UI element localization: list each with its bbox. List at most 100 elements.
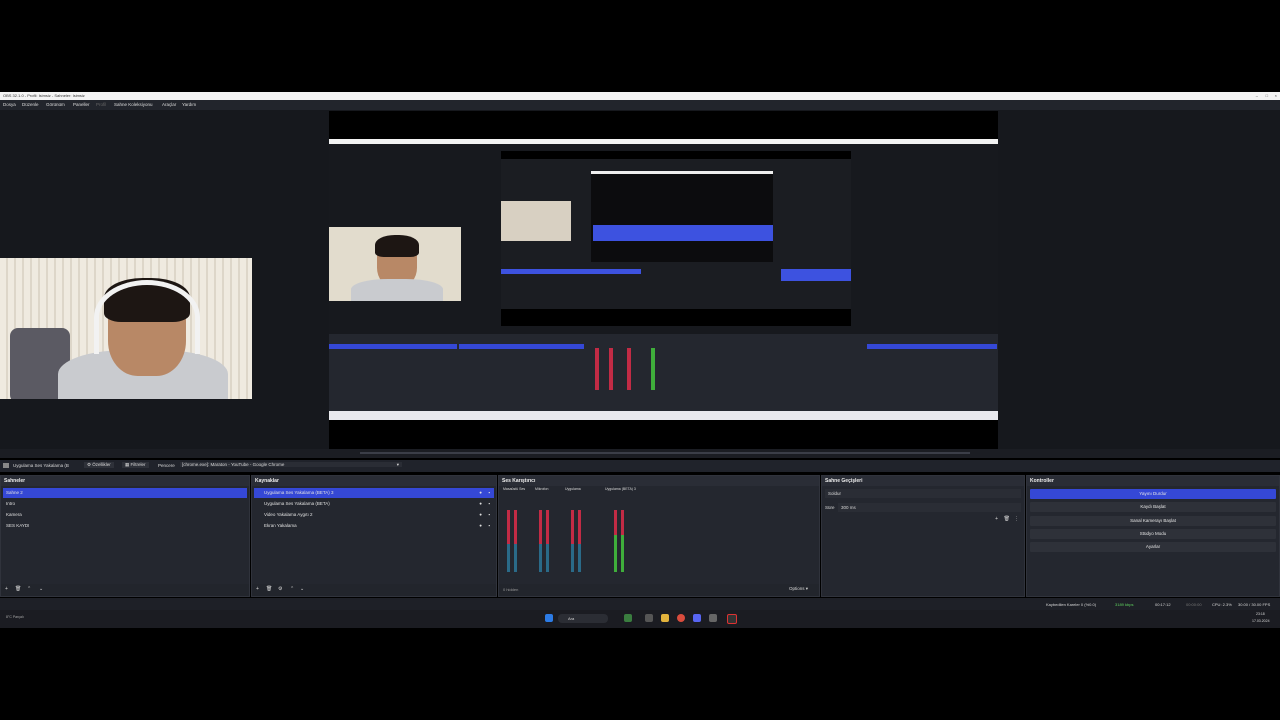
volume-meter [621, 510, 624, 572]
filters-button[interactable]: ▦ Filtreler [122, 462, 149, 468]
menu-dosya[interactable]: Dosya [3, 102, 16, 107]
lock-icon[interactable]: ▪ [488, 510, 490, 520]
chevron-down-icon: ▾ [396, 462, 399, 467]
sources-toolbar: + 🗑 ⚙ ⌃ ⌄ [252, 584, 496, 596]
transitions-title: Sahne Geçişleri [822, 476, 1024, 486]
menu-paneller[interactable]: Paneller [73, 102, 90, 107]
add-icon[interactable]: + [256, 586, 259, 592]
transitions-dock: Sahne Geçişleri Soldur Süre 300 ms + 🗑 ⋮ [821, 475, 1025, 597]
nested-taskbar [329, 411, 998, 420]
window-select-value: [chrome.exe]: Maraton - YouTube - Google… [182, 462, 285, 467]
add-icon[interactable]: + [5, 586, 8, 592]
sources-title: Kaynaklar [252, 476, 496, 486]
source-item[interactable]: Uygulama Ses Yakalama (BETA) 3 ● ▪ [254, 488, 494, 498]
fps: 30.00 / 30.00 FPS [1238, 602, 1271, 607]
scene-item[interactable]: SES KAYDI [3, 521, 247, 531]
preview-scrollbar[interactable] [360, 452, 970, 454]
eye-icon[interactable]: ● [479, 499, 482, 509]
source-item[interactable]: Video Yakalama Aygıtı 2 ● ▪ [254, 510, 494, 520]
preview-canvas[interactable] [329, 111, 998, 450]
eye-icon[interactable]: ● [479, 510, 482, 520]
lock-icon[interactable]: ▪ [488, 499, 490, 509]
obs-icon[interactable] [727, 614, 737, 624]
eye-icon[interactable]: ● [479, 488, 482, 498]
chevron-down-icon[interactable]: ⌄ [39, 586, 43, 592]
webcam-feed [0, 258, 252, 399]
menu-profil[interactable]: Profil [96, 102, 106, 107]
menu-araclar[interactable]: Araçlar [162, 102, 176, 107]
chrome-icon[interactable] [677, 614, 685, 622]
weather-widget[interactable]: 8°C Parçalı [6, 615, 24, 619]
status-bar: Kaybedilen Kareler 0 (%0.0) 3189 kbps 00… [0, 598, 1280, 610]
taskbar-search[interactable]: Ara [558, 614, 608, 623]
studio-mode-button[interactable]: Stüdyo Modu [1030, 529, 1276, 539]
nested-canvas [501, 151, 851, 326]
window-titlebar: OBS 32.1.0 - Profil: Isimsiz - Sahneler:… [0, 92, 1280, 100]
chevron-up-icon[interactable]: ⌃ [27, 586, 31, 592]
duration-input[interactable]: 300 ms [838, 503, 1021, 512]
trash-icon[interactable]: 🗑 [266, 586, 272, 592]
menu-duzenle[interactable]: Düzenle [22, 102, 39, 107]
add-icon[interactable]: + [995, 516, 998, 522]
window-title: OBS 32.1.0 - Profil: Isimsiz - Sahneler:… [3, 93, 85, 98]
volume-meter [514, 510, 517, 572]
app-icon[interactable] [624, 614, 632, 622]
folder-icon[interactable] [661, 614, 669, 622]
volume-meter [539, 510, 542, 572]
trash-icon[interactable]: 🗑 [15, 586, 21, 592]
clock-time: 23:18 [1256, 612, 1265, 616]
volume-meter [507, 510, 510, 572]
mixer-channel-label: Uygulama (BETA) 3 [605, 487, 636, 491]
trash-icon[interactable]: 🗑 [1004, 516, 1010, 522]
scene-item[interactable]: Intro [3, 499, 247, 509]
close-icon[interactable]: × [1275, 93, 1277, 98]
task-view-icon[interactable] [645, 614, 653, 622]
scene-item[interactable]: Kamera [3, 510, 247, 520]
rec-time: 00:00:00 [1186, 602, 1202, 607]
window-select[interactable]: [chrome.exe]: Maraton - YouTube - Google… [180, 462, 402, 467]
more-icon[interactable]: ⋮ [1014, 516, 1019, 522]
stream-time: 00:17:12 [1155, 602, 1171, 607]
chevron-down-icon[interactable]: ⌄ [300, 586, 304, 592]
mixer-toolbar: 0 hidden Options ▾ [499, 584, 819, 596]
menu-gorunum[interactable]: Görünüm [46, 102, 65, 107]
source-item[interactable]: Uygulama Ses Yakalama (BETA) ● ▪ [254, 499, 494, 509]
menu-bar: Dosya Düzenle Görünüm Paneller Profil Sa… [0, 100, 1280, 110]
scenes-title: Sahneler [1, 476, 249, 486]
lock-icon[interactable]: ▪ [488, 488, 490, 498]
duration-label: Süre [825, 505, 835, 510]
start-recording-button[interactable]: Kaydı Başlat [1030, 502, 1276, 512]
mixer-title: Ses Karıştırıcı [499, 476, 819, 486]
mixer-channel-label: Uygulama [565, 487, 581, 491]
windows-start-icon[interactable] [545, 614, 553, 622]
menu-yardim[interactable]: Yardım [182, 102, 196, 107]
discord-icon[interactable] [693, 614, 701, 622]
minimize-icon[interactable]: – [1256, 93, 1258, 98]
settings-app-icon[interactable] [709, 614, 717, 622]
scene-item[interactable]: Sahne 2 [3, 488, 247, 498]
gear-icon[interactable]: ⚙ [278, 586, 282, 592]
settings-button[interactable]: Ayarlar [1030, 542, 1276, 552]
menu-sahne-koleksiyonu[interactable]: Sahne Koleksiyonu [114, 102, 153, 107]
source-type-icon [3, 463, 9, 468]
chevron-up-icon[interactable]: ⌃ [290, 586, 294, 592]
volume-meter [578, 510, 581, 572]
properties-button[interactable]: ⚙ Özellikler [84, 462, 114, 468]
start-virtual-camera-button[interactable]: Sanal Kamerayı Başlat [1030, 516, 1276, 526]
volume-meter [614, 510, 617, 572]
stop-stream-button[interactable]: Yayını Durdur [1030, 489, 1276, 499]
lock-icon[interactable]: ▪ [488, 521, 490, 531]
transition-select[interactable]: Soldur [825, 489, 1021, 498]
maximize-icon[interactable]: □ [1266, 93, 1268, 98]
mixer-options-button[interactable]: Options ▾ [789, 586, 808, 592]
bitrate: 3189 kbps [1115, 602, 1134, 607]
nested-docks [329, 334, 998, 411]
volume-meter [571, 510, 574, 572]
filters-label: Filtreler [130, 462, 146, 467]
source-item-label: Uygulama Ses Yakalama (BETA) 3 [264, 490, 334, 495]
transition-select-value: Soldur [828, 491, 842, 496]
mixer-channel-label: Mikrofon [535, 487, 549, 491]
preview-status-line [0, 449, 1280, 458]
eye-icon[interactable]: ● [479, 521, 482, 531]
source-item[interactable]: Ekran Yakalama ● ▪ [254, 521, 494, 531]
